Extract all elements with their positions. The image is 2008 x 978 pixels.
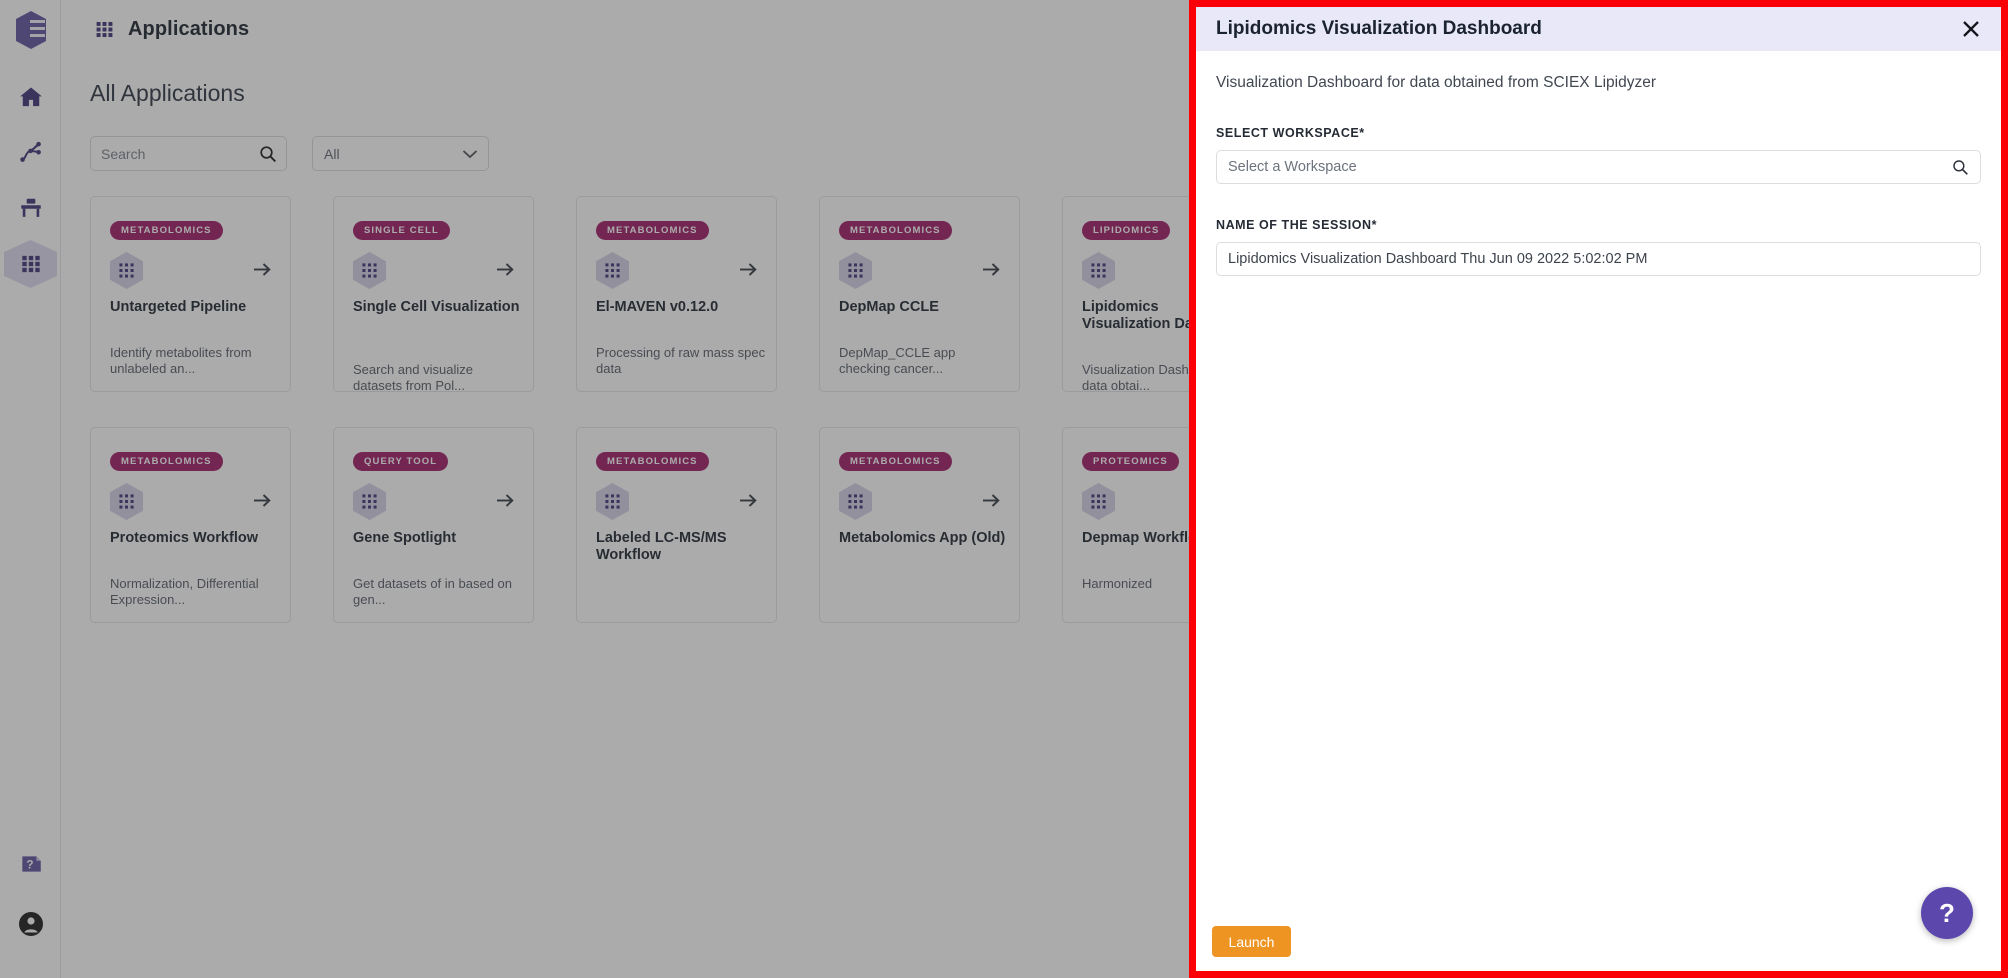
session-name-input[interactable] [1217,243,1980,275]
session-name-field-label: NAME OF THE SESSION* [1216,218,1378,232]
close-icon[interactable] [1959,17,1983,41]
modal-title: Lipidomics Visualization Dashboard [1216,18,1542,39]
session-name-input-wrapper[interactable] [1216,242,1981,276]
workspace-select-input[interactable] [1217,151,1980,183]
modal-subtitle: Visualization Dashboard for data obtaine… [1216,74,1656,91]
workspace-field-label: SELECT WORKSPACE* [1216,126,1365,140]
screen: ? Applications All Applications Search A… [0,0,2008,978]
launch-application-modal: Lipidomics Visualization Dashboard Visua… [1196,7,2001,971]
search-icon [1953,160,1968,175]
help-fab[interactable]: ? [1921,887,1973,939]
modal-highlight-outline: Lipidomics Visualization Dashboard Visua… [1189,0,2008,978]
workspace-select-wrapper[interactable] [1216,150,1981,184]
modal-header: Lipidomics Visualization Dashboard [1196,7,2001,51]
launch-button[interactable]: Launch [1212,926,1291,957]
